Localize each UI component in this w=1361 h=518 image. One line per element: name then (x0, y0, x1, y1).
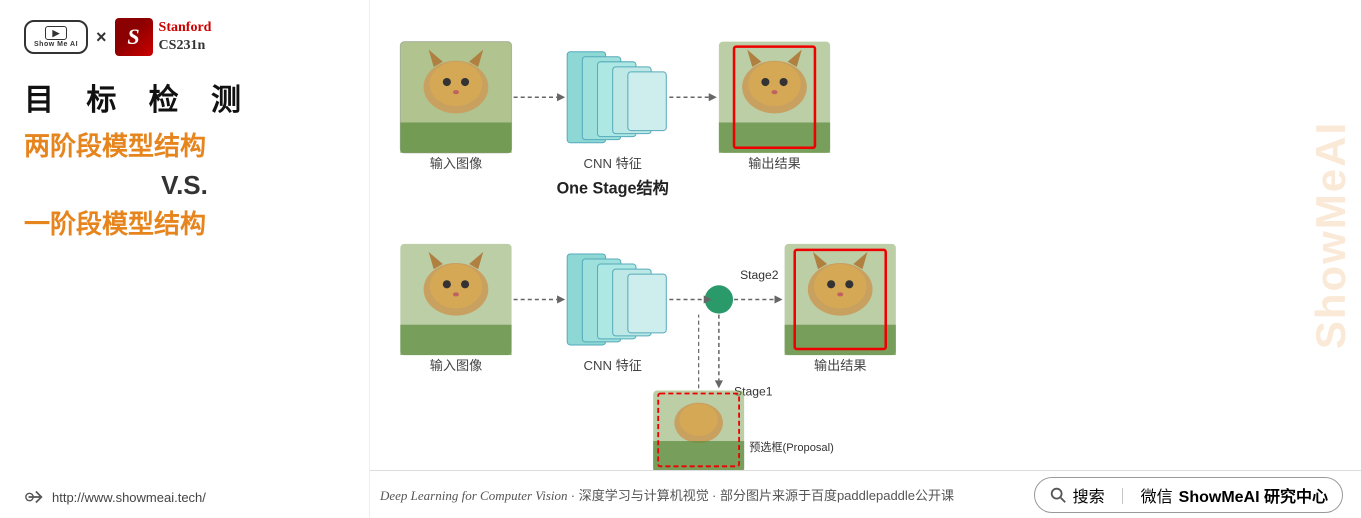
one-stage-title: One Stage结构 (557, 178, 669, 197)
showmeai-logo-text: Show Me AI (34, 41, 78, 48)
stanford-logo: S Stanford CS231n (115, 18, 212, 56)
right-panel: 输入图像 CNN 特征 输出结果 One Stage结构 (370, 0, 1361, 518)
footer-dot1: · (571, 488, 579, 503)
one-stage-cnn-label: CNN 特征 (584, 156, 642, 171)
play-icon: ▶ (53, 28, 60, 39)
footer-italic: Deep Learning for Computer Vision (380, 488, 568, 503)
two-stage-subtitle: 两阶段模型结构 (24, 131, 345, 162)
proposal-label: 预选框(Proposal) (749, 441, 834, 454)
footer-text: Deep Learning for Computer Vision · 深度学习… (380, 485, 954, 504)
two-stage-cnn-label: CNN 特征 (584, 358, 642, 373)
search-brand: ShowMeAI 研究中心 (1179, 483, 1328, 507)
one-stage-subtitle: 一阶段模型结构 (24, 209, 345, 240)
search-box[interactable]: 搜索 ｜ 微信 ShowMeAI 研究中心 (1034, 477, 1343, 513)
two-stage-cnn-block (567, 254, 666, 345)
search-divider: ｜ (1115, 483, 1131, 507)
two-stage-input-label: 输入图像 (430, 358, 483, 373)
stage2-label: Stage2 (740, 268, 779, 282)
diagram-svg: 输入图像 CNN 特征 输出结果 One Stage结构 (370, 0, 1361, 518)
footer-dot2: · (712, 488, 720, 503)
search-icon (1049, 486, 1067, 504)
logo-area: ▶ Show Me AI × S Stanford CS231n (24, 18, 345, 56)
showmeai-logo: ▶ Show Me AI (24, 20, 88, 54)
two-stage-output-label: 输出结果 (814, 358, 867, 373)
footer-end-text: 部分图片来源于百度paddlepaddle公开课 (720, 488, 954, 503)
page-title: 目 标 检 测 (24, 84, 345, 117)
one-stage-output-label: 输出结果 (748, 156, 800, 171)
one-stage-input-label: 输入图像 (430, 156, 483, 171)
one-stage-cnn-block (567, 52, 666, 143)
search-prefix: 搜索 (1073, 483, 1105, 507)
stanford-text: Stanford CS231n (159, 19, 212, 55)
footer-bar: Deep Learning for Computer Vision · 深度学习… (370, 470, 1361, 518)
search-wechat: 微信 (1141, 483, 1173, 507)
website-url: http://www.showmeai.tech/ (52, 490, 206, 505)
showmeai-icon: ▶ (45, 26, 67, 40)
stanford-course: CS231n (159, 37, 212, 55)
footer-cn-text: 深度学习与计算机视觉 (579, 488, 709, 503)
vs-text: V.S. (24, 170, 345, 201)
stanford-letter: S (115, 18, 153, 56)
times-sign: × (96, 27, 107, 48)
arrow-icon (24, 486, 46, 508)
search-brand-strong: ShowMeAI 研究中心 (1179, 489, 1328, 506)
left-panel: ▶ Show Me AI × S Stanford CS231n 目 标 检 测… (0, 0, 370, 518)
website-link[interactable]: http://www.showmeai.tech/ (24, 486, 345, 508)
stanford-name: Stanford (159, 19, 212, 37)
